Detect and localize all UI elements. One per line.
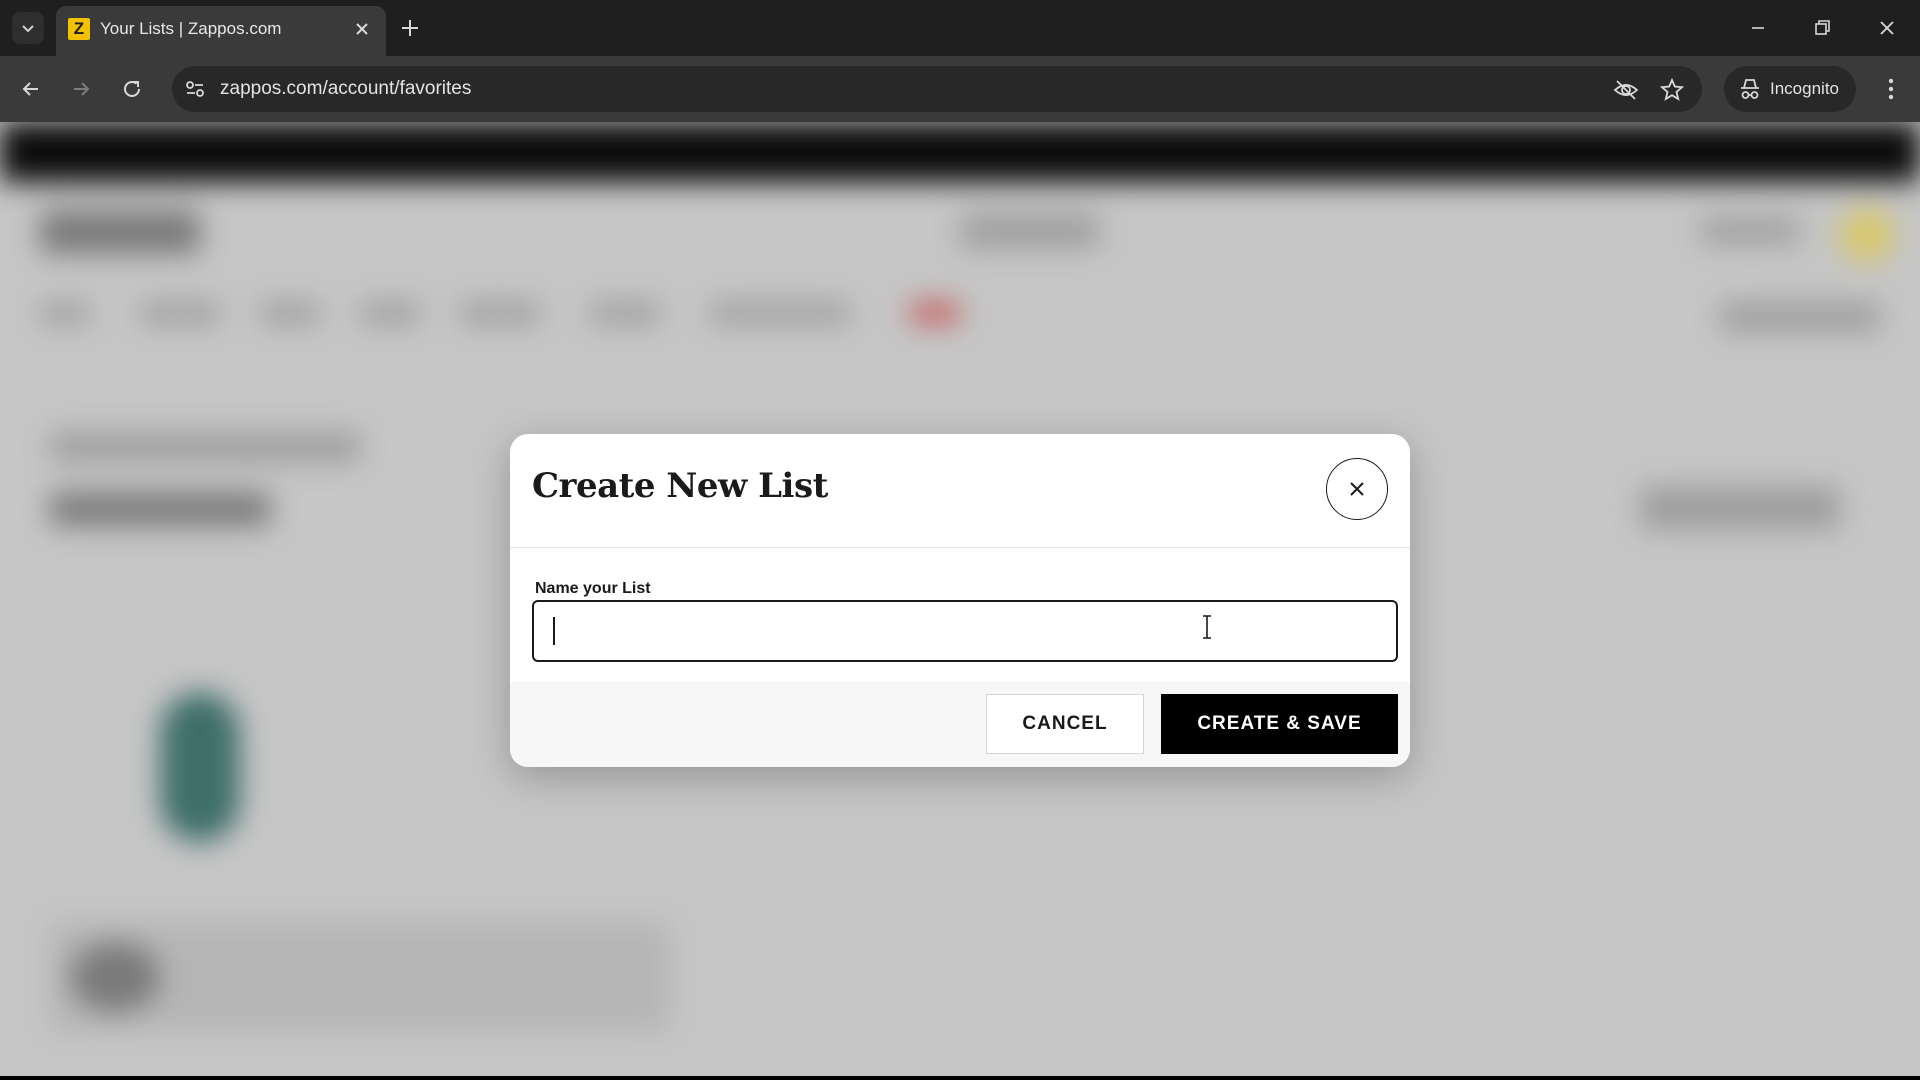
tab-search-button[interactable] (12, 12, 44, 44)
search-blurred (960, 214, 1100, 248)
url-text[interactable]: zappos.com/account/favorites (220, 78, 471, 100)
incognito-indicator[interactable]: Incognito (1724, 66, 1856, 112)
incognito-icon (1741, 79, 1759, 99)
arrow-right-icon[interactable] (66, 74, 96, 104)
create-and-save-button[interactable]: CREATE & SAVE (1161, 694, 1398, 754)
window-close-icon[interactable] (1873, 14, 1901, 42)
cancel-button[interactable]: CANCEL (986, 694, 1144, 754)
text-cursor-icon (1203, 615, 1211, 639)
tune-icon[interactable] (180, 74, 210, 104)
cart-icon (1840, 208, 1894, 262)
site-header-blurred (0, 122, 1920, 182)
eye-off-icon[interactable] (1612, 76, 1640, 104)
nav-item-blurred (360, 302, 420, 324)
close-icon (1350, 482, 1364, 496)
nav-item-blurred (40, 302, 90, 324)
list-name-input[interactable] (532, 600, 1398, 662)
reload-icon[interactable] (117, 74, 147, 104)
browser-toolbar: zappos.com/account/favorites Incognito (0, 56, 1920, 122)
nav-item-blurred (590, 302, 660, 324)
account-link-blurred (1700, 218, 1800, 244)
bottom-edge (0, 1076, 1920, 1080)
nav-item-blurred (140, 302, 220, 324)
browser-tab-strip: Z Your Lists | Zappos.com (0, 0, 1920, 56)
zappos-favicon-icon: Z (68, 18, 90, 40)
tab-title: Your Lists | Zappos.com (100, 19, 282, 38)
create-list-button-blurred (1640, 486, 1840, 530)
dialog-header: Create New List (510, 434, 1410, 548)
nav-item-blurred (710, 302, 850, 324)
nav-item-blurred (260, 302, 320, 324)
page-heading-blurred (50, 432, 360, 462)
product-image-blurred (160, 692, 240, 842)
star-icon[interactable] (1658, 76, 1686, 104)
dialog-close-button[interactable] (1326, 458, 1388, 520)
create-list-dialog: Create New List Name your List CANCEL CR… (510, 434, 1410, 767)
browser-tab-active[interactable]: Z Your Lists | Zappos.com (56, 6, 386, 56)
dialog-title: Create New List (532, 466, 828, 506)
arrow-left-icon[interactable] (16, 74, 46, 104)
close-icon[interactable] (352, 19, 372, 39)
chevron-down-icon (22, 25, 34, 33)
text-caret (553, 617, 555, 645)
list-thumb-blurred (70, 942, 160, 1012)
incognito-label: Incognito (1770, 79, 1839, 98)
list-name-label: Name your List (535, 580, 651, 597)
nav-item-sale-blurred (910, 302, 960, 324)
nav-item-blurred (460, 302, 540, 324)
plus-icon[interactable] (396, 14, 424, 42)
site-logo-blurred (40, 210, 200, 254)
restore-icon[interactable] (1808, 14, 1836, 42)
kebab-icon[interactable] (1876, 74, 1906, 104)
address-bar[interactable]: zappos.com/account/favorites (172, 66, 1702, 112)
nav-right-blurred (1720, 302, 1880, 332)
subheading-blurred (50, 492, 270, 526)
minimize-icon[interactable] (1744, 14, 1772, 42)
